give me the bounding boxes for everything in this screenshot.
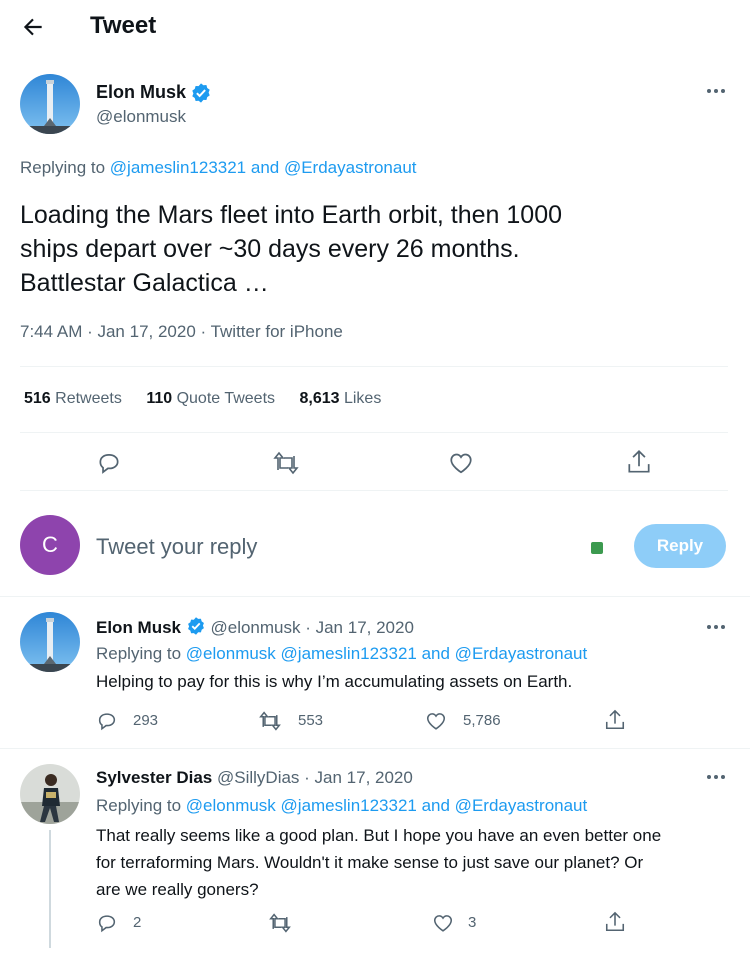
replying-to-mentions[interactable]: @jameslin123321 and @Erdayastronaut xyxy=(110,158,417,177)
header-bar: Tweet xyxy=(0,0,750,54)
like-heart-icon[interactable] xyxy=(432,912,454,934)
tweet-text-line: Loading the Mars fleet into Earth orbit,… xyxy=(20,201,563,229)
quote-tweets-label: Quote Tweets xyxy=(176,390,276,407)
author-name[interactable]: Sylvester Dias xyxy=(96,768,212,787)
reply-text-line: are we really goners? xyxy=(96,880,259,899)
retweet-icon[interactable] xyxy=(258,710,282,732)
avatar[interactable] xyxy=(20,612,80,672)
like-count: 5,786 xyxy=(463,712,501,729)
page-title: Tweet xyxy=(90,12,157,39)
handle-and-date[interactable]: @elonmusk · Jan 17, 2020 xyxy=(210,618,413,637)
tweet-timestamp[interactable]: 7:44 AM · Jan 17, 2020 · Twitter for iPh… xyxy=(20,322,343,342)
retweets-label: Retweets xyxy=(55,390,122,407)
replying-to: Replying to @jameslin123321 and @Erdayas… xyxy=(20,158,417,178)
more-options-icon[interactable] xyxy=(704,620,730,634)
retweet-count: 553 xyxy=(298,712,324,729)
author-handle[interactable]: @elonmusk xyxy=(96,107,186,127)
reply-button[interactable]: Reply xyxy=(634,524,726,568)
replying-to-mentions[interactable]: @elonmusk @jameslin123321 and @Erdayastr… xyxy=(186,644,587,663)
reply-text-line: for terraforming Mars. Wouldn't it make … xyxy=(96,853,644,872)
replying-to-mentions[interactable]: @elonmusk @jameslin123321 and @Erdayastr… xyxy=(186,796,587,815)
compose-avatar[interactable]: C xyxy=(20,515,80,575)
retweets-count: 516 xyxy=(24,390,51,407)
quote-tweets-count: 110 xyxy=(146,390,173,407)
divider xyxy=(20,432,728,433)
reply-text: That really seems like a good plan. But … xyxy=(96,822,661,903)
likes-count: 8,613 xyxy=(299,390,340,407)
status-indicator xyxy=(591,542,603,554)
more-options-icon[interactable] xyxy=(704,770,730,784)
reply-input[interactable]: Tweet your reply xyxy=(96,534,576,560)
reply-icon[interactable] xyxy=(96,912,118,934)
reply-count: 293 xyxy=(133,712,159,729)
reply-count: 2 xyxy=(133,914,142,931)
like-count: 3 xyxy=(468,914,477,931)
quote-tweets-stat[interactable]: 110 Quote Tweets xyxy=(146,390,279,407)
replying-to: Replying to @elonmusk @jameslin123321 an… xyxy=(96,796,587,816)
likes-label: Likes xyxy=(343,390,382,407)
like-heart-icon[interactable] xyxy=(448,450,474,476)
verified-badge-icon xyxy=(186,616,206,636)
share-icon[interactable] xyxy=(626,448,652,476)
reply-icon[interactable] xyxy=(96,450,122,476)
replying-prefix: Replying to xyxy=(20,158,106,177)
reply-text: Helping to pay for this is why I’m accum… xyxy=(96,672,573,691)
author-name[interactable]: Elon Musk xyxy=(96,82,186,103)
divider xyxy=(0,596,750,597)
tweet-text-line: ships depart over ~30 days every 26 mont… xyxy=(20,235,520,263)
avatar[interactable] xyxy=(20,764,80,824)
engagement-stats: 516 Retweets 110 Quote Tweets 8,613 Like… xyxy=(24,390,381,408)
share-icon[interactable] xyxy=(604,708,626,732)
replying-to: Replying to @elonmusk @jameslin123321 an… xyxy=(96,644,587,664)
avatar-letter: C xyxy=(42,532,58,557)
reply-header: Elon Musk @elonmusk · Jan 17, 2020 xyxy=(96,616,414,638)
replying-prefix: Replying to xyxy=(96,796,182,815)
divider xyxy=(0,748,750,749)
tweet-text-line: Battlestar Galactica … xyxy=(20,269,269,297)
avatar[interactable] xyxy=(20,74,80,134)
back-arrow-icon[interactable] xyxy=(20,14,46,40)
author-name[interactable]: Elon Musk xyxy=(96,618,181,637)
more-options-icon[interactable] xyxy=(704,84,730,98)
replying-prefix: Replying to xyxy=(96,644,182,663)
retweet-icon[interactable] xyxy=(272,450,300,476)
retweets-stat[interactable]: 516 Retweets xyxy=(24,390,126,407)
retweet-icon[interactable] xyxy=(268,912,292,934)
divider xyxy=(20,366,728,367)
verified-badge-icon xyxy=(190,82,212,104)
thread-line xyxy=(49,830,51,948)
handle-and-date[interactable]: @SillyDias · Jan 17, 2020 xyxy=(217,768,413,787)
divider xyxy=(20,490,728,491)
reply-header: Sylvester Dias @SillyDias · Jan 17, 2020 xyxy=(96,768,413,788)
like-heart-icon[interactable] xyxy=(425,710,447,732)
reply-text-line: That really seems like a good plan. But … xyxy=(96,826,662,845)
tweet-text: Loading the Mars fleet into Earth orbit,… xyxy=(20,198,562,300)
share-icon[interactable] xyxy=(604,910,626,934)
reply-icon[interactable] xyxy=(96,710,118,732)
likes-stat[interactable]: 8,613 Likes xyxy=(299,390,381,407)
